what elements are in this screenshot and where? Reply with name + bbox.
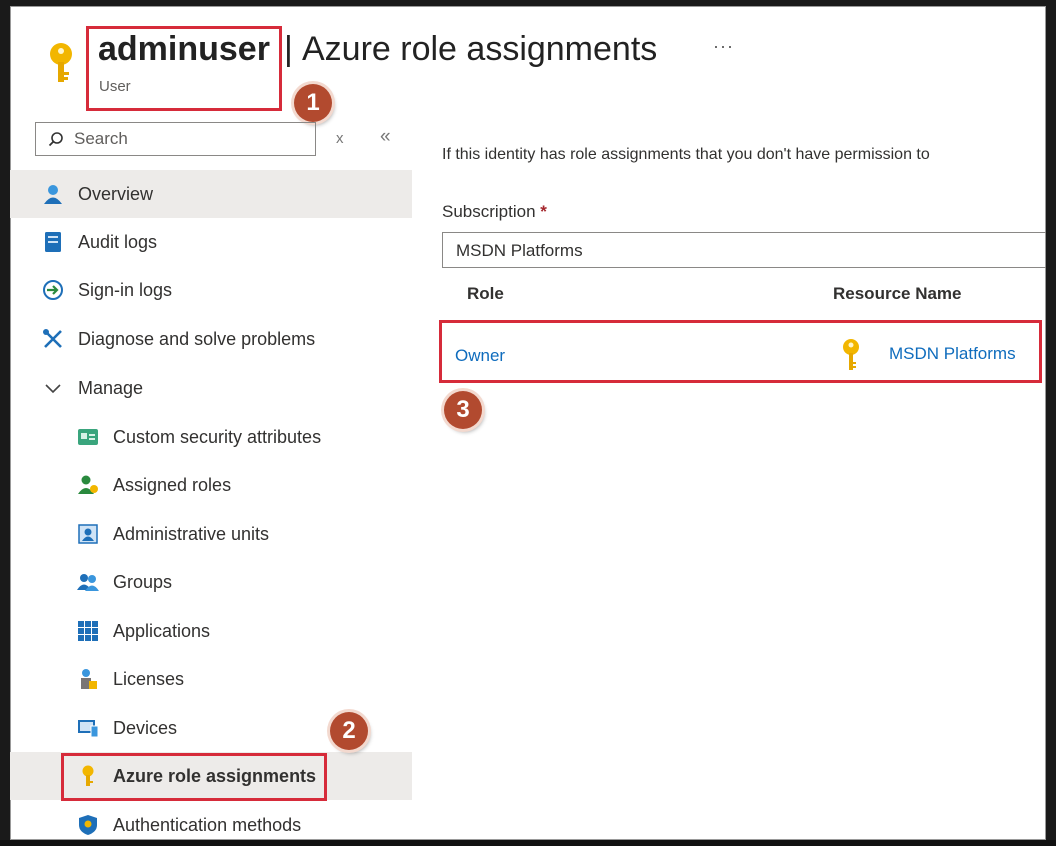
sidebar-item-diagnose[interactable]: Diagnose and solve problems <box>10 315 412 363</box>
sidebar-item-assigned-roles[interactable]: Assigned roles <box>10 461 412 509</box>
title-separator: | <box>284 30 293 68</box>
sidebar-item-applications[interactable]: Applications <box>10 607 412 655</box>
admin-units-icon <box>78 524 98 544</box>
bottom-edge <box>0 840 1056 846</box>
licenses-icon <box>81 669 97 689</box>
step-badge-1: 1 <box>294 84 332 122</box>
assigned-roles-icon <box>78 475 98 494</box>
more-options-button[interactable]: ··· <box>713 36 734 57</box>
shield-icon <box>79 815 97 835</box>
sidebar-item-label: Manage <box>78 377 144 398</box>
highlight-box-azure-role-assignments <box>61 753 327 801</box>
portal-window: adminuser | Azure role assignments ··· U… <box>10 6 1046 840</box>
step-badge-2: 2 <box>330 712 368 750</box>
sidebar-item-label: Assigned roles <box>113 474 232 495</box>
sidebar-item-label: Custom security attributes <box>113 426 322 447</box>
sidebar-item-label: Sign-in logs <box>78 279 173 300</box>
sidebar-item-label: Overview <box>78 183 154 204</box>
subscription-select[interactable]: MSDN Platforms <box>442 232 1046 268</box>
permission-info-text: If this identity has role assignments th… <box>442 146 930 163</box>
sign-in-icon <box>43 280 63 300</box>
highlight-box-user <box>86 26 282 111</box>
sidebar-item-administrative-units[interactable]: Administrative units <box>10 510 412 558</box>
page-title: Azure role assignments <box>302 30 658 68</box>
groups-icon <box>77 574 99 591</box>
sidebar-item-label: Applications <box>113 620 211 641</box>
audit-log-icon <box>45 232 61 252</box>
column-header-role[interactable]: Role <box>467 284 504 304</box>
security-attributes-icon <box>78 429 98 445</box>
search-icon <box>48 132 63 147</box>
user-icon <box>44 185 62 204</box>
sidebar-item-audit-logs[interactable]: Audit logs <box>10 218 412 266</box>
sidebar-item-label: Licenses <box>113 668 185 689</box>
required-marker: * <box>540 202 547 221</box>
sidebar-item-label: Devices <box>113 717 178 738</box>
sidebar-item-label: Administrative units <box>113 523 270 544</box>
subscription-label: Subscription * <box>442 202 547 222</box>
pin-button[interactable]: x <box>336 130 344 147</box>
chevron-down-icon <box>45 384 61 394</box>
sidebar-item-licenses[interactable]: Licenses <box>10 655 412 703</box>
sidebar-item-label: Audit logs <box>78 231 158 252</box>
sidebar-group-manage[interactable]: Manage <box>10 364 412 412</box>
highlight-box-role-row <box>439 320 1042 383</box>
search-box[interactable] <box>35 122 316 156</box>
sidebar-item-sign-in-logs[interactable]: Sign-in logs <box>10 266 412 314</box>
collapse-sidebar-button[interactable]: « <box>380 126 391 148</box>
sidebar-item-label: Authentication methods <box>113 814 302 835</box>
sidebar-item-label: Groups <box>113 571 173 592</box>
wrench-icon <box>43 329 62 348</box>
subscription-label-text: Subscription <box>442 202 536 221</box>
devices-icon <box>78 720 99 738</box>
sidebar-item-custom-security-attributes[interactable]: Custom security attributes <box>10 413 412 461</box>
sidebar-item-overview[interactable]: Overview <box>10 170 412 218</box>
sidebar-item-groups[interactable]: Groups <box>10 558 412 606</box>
sidebar-item-label: Diagnose and solve problems <box>78 328 316 349</box>
step-badge-3: 3 <box>444 391 482 429</box>
sidebar-item-authentication-methods[interactable]: Authentication methods <box>10 801 412 840</box>
grid-icon <box>78 621 98 641</box>
column-header-resource-name[interactable]: Resource Name <box>833 284 962 304</box>
search-input[interactable] <box>72 128 306 150</box>
key-icon <box>50 43 72 82</box>
